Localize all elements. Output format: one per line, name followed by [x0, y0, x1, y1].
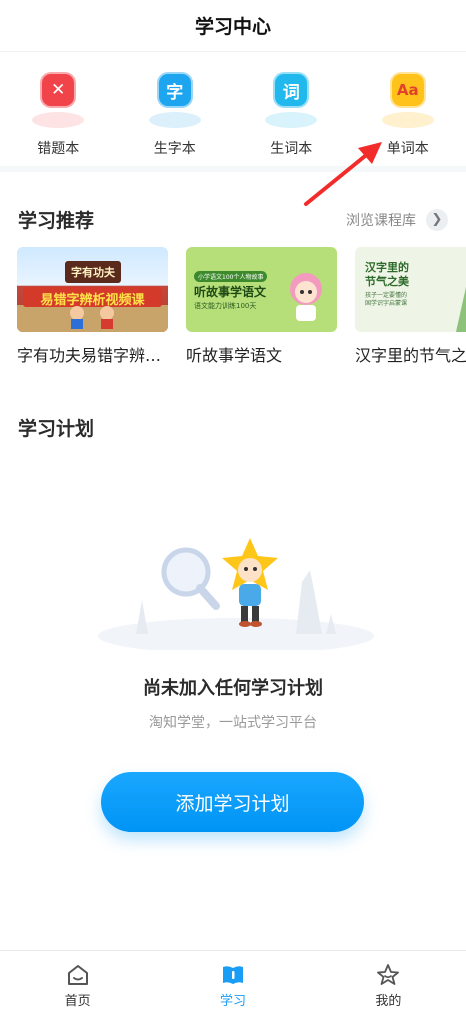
- plan-title: 学习计划: [18, 418, 95, 440]
- bottom-tab-bar: 首页 学习 我的: [0, 950, 466, 1013]
- vocabulary-book-icon: Aa: [380, 72, 436, 128]
- tool-label: 错题本: [37, 141, 80, 157]
- tool-vocabulary-book[interactable]: Aa 单词本: [363, 72, 453, 158]
- empty-state-subtitle: 淘知学堂，一站式学习平台: [149, 715, 317, 731]
- empty-state: 尚未加入任何学习计划 淘知学堂，一站式学习平台: [0, 674, 466, 732]
- book-icon: [222, 966, 243, 984]
- home-icon: [67, 965, 88, 985]
- tab-label: 首页: [64, 994, 91, 1009]
- recommend-title: 学习推荐: [18, 210, 95, 232]
- course-card[interactable]: 小学语文100个人物故事 听故事学语文 语文能力训练100天 听故事学语文: [186, 247, 337, 366]
- tool-wrong-book[interactable]: ✕ 错题本: [13, 72, 103, 158]
- thumb-badge: 小学语文100个人物故事: [194, 271, 268, 282]
- thumb-text: 节气之美: [365, 275, 409, 288]
- thumb-text: 字有功夫: [71, 266, 115, 279]
- course-thumbnail: 字有功夫 易错字辨析视频课: [17, 247, 168, 332]
- tab-label: 学习: [219, 994, 246, 1009]
- word-book-icon: 词: [263, 72, 319, 128]
- course-card[interactable]: 字有功夫 易错字辨析视频课 字有功夫易错字辨析视频课: [17, 247, 168, 366]
- tab-study[interactable]: 学习: [155, 951, 310, 1013]
- empty-state-illustration: [98, 538, 374, 650]
- tool-character-book[interactable]: 字 生字本: [130, 72, 220, 158]
- character-book-icon: 字: [147, 72, 203, 128]
- course-title: 听故事学语文: [186, 346, 283, 365]
- course-thumbnail: 小学语文100个人物故事 听故事学语文 语文能力训练100天: [186, 247, 337, 332]
- page-title: 学习中心: [194, 16, 271, 38]
- recommend-header: 学习推荐 浏览课程库 ❯: [0, 206, 466, 233]
- course-title: 汉字里的节气之美: [355, 346, 466, 365]
- cartoon-girl-icon: [290, 273, 322, 321]
- plan-header: 学习计划: [0, 414, 466, 441]
- add-study-plan-button[interactable]: 添加学习计划: [101, 772, 364, 832]
- tool-word-book[interactable]: 词 生词本: [246, 72, 336, 158]
- tool-label: 生字本: [153, 141, 196, 157]
- browse-course-library-link[interactable]: 浏览课程库 ❯: [346, 208, 448, 231]
- course-title: 字有功夫易错字辨析视频课: [17, 346, 168, 365]
- tool-label: 生词本: [270, 141, 313, 157]
- tool-label: 单词本: [386, 141, 429, 157]
- top-bar: 学习中心: [0, 0, 466, 52]
- thumb-text: 易错字辨析视频课: [40, 293, 145, 308]
- thumb-text: 听故事学语文: [194, 285, 267, 299]
- wrong-book-icon: ✕: [30, 72, 86, 128]
- tab-home[interactable]: 首页: [0, 951, 155, 1013]
- course-carousel[interactable]: 字有功夫 易错字辨析视频课 字有功夫易错字辨析视频课 小学语文100个人物故事 …: [0, 247, 466, 366]
- course-thumbnail: 汉字里的 节气之美 孩子一定要懂的 国学识字启蒙课: [355, 247, 466, 332]
- profile-star-icon: [377, 964, 400, 985]
- tab-profile[interactable]: 我的: [311, 951, 466, 1013]
- thumb-text: 语文能力训练100天: [194, 302, 257, 310]
- course-card[interactable]: 汉字里的 节气之美 孩子一定要懂的 国学识字启蒙课 汉字里的节气之美: [355, 247, 466, 366]
- empty-state-title: 尚未加入任何学习计划: [143, 678, 323, 699]
- tool-shortcuts: ✕ 错题本 字 生字本 词 生词本 Aa 单词本: [0, 52, 466, 172]
- tab-label: 我的: [375, 994, 402, 1009]
- chevron-right-icon: ❯: [426, 208, 448, 231]
- browse-label: 浏览课程库: [346, 212, 416, 229]
- thumb-text: 国学识字启蒙课: [365, 300, 408, 307]
